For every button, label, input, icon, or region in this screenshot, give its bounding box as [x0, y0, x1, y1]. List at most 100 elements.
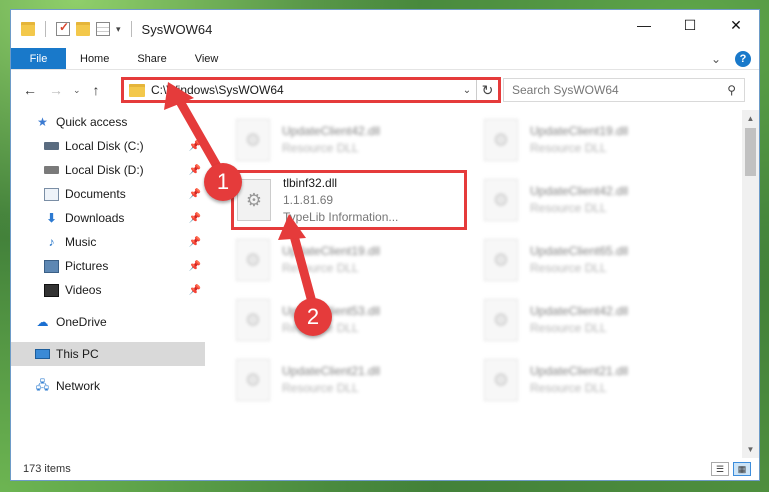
refresh-icon[interactable]: ↻	[476, 80, 498, 100]
quick-access-toolbar: ▾ SysWOW64	[21, 20, 213, 37]
gear-file-icon: ⚙	[236, 239, 270, 281]
pin-icon[interactable]: 📌	[189, 189, 201, 200]
address-path[interactable]: C:\Windows\SysWOW64	[151, 83, 458, 97]
file-type: Resource DLL	[530, 261, 607, 275]
search-icon[interactable]: ⚲	[727, 83, 736, 97]
file-name: UpdateClient42.dll	[530, 304, 629, 318]
sidebar-item-label: Quick access	[56, 115, 128, 129]
tab-home[interactable]: Home	[66, 48, 123, 69]
properties-icon[interactable]	[96, 22, 110, 36]
search-input[interactable]: Search SysWOW64 ⚲	[503, 78, 745, 102]
file-name: UpdateClient42.dll	[282, 124, 381, 138]
minimize-button[interactable]: —	[621, 10, 667, 40]
file-tile[interactable]: ⚙ UpdateClient53.dllResource DLL	[236, 290, 476, 350]
new-folder-icon[interactable]	[76, 22, 90, 36]
tab-share[interactable]: Share	[123, 48, 180, 69]
navigation-pane: ★ Quick access Local Disk (C:) 📌 Local D…	[11, 110, 205, 458]
sidebar-item-onedrive[interactable]: ☁ OneDrive	[11, 310, 205, 334]
title-bar: ▾ SysWOW64 — ☐ ✕	[11, 10, 759, 48]
main-area: ★ Quick access Local Disk (C:) 📌 Local D…	[11, 110, 759, 458]
navigation-bar: ← → ⌄ ↑ C:\Windows\SysWOW64 ⌄ ↻ Search S…	[11, 70, 759, 110]
file-name: UpdateClient65.dll	[530, 244, 629, 258]
sidebar-item-downloads[interactable]: ⬇ Downloads 📌	[11, 206, 205, 230]
properties-check-icon[interactable]	[56, 20, 70, 36]
window-title: SysWOW64	[141, 21, 213, 37]
file-type: Resource DLL	[530, 321, 607, 335]
file-tile[interactable]: ⚙ UpdateClient42.dll Resource DLL	[236, 110, 476, 170]
close-button[interactable]: ✕	[713, 10, 759, 40]
file-tile[interactable]: ⚙ UpdateClient21.dll Resource DLL	[484, 350, 724, 410]
gear-file-icon: ⚙	[484, 119, 518, 161]
customize-toolbar-dropdown[interactable]: ▾	[116, 24, 121, 35]
file-name: UpdateClient19.dll	[282, 244, 381, 258]
sidebar-item-this-pc[interactable]: This PC	[11, 342, 205, 366]
ribbon-right-controls: ⌄ ?	[711, 51, 751, 67]
recent-locations-dropdown[interactable]: ⌄	[73, 85, 81, 96]
step-2-badge: 2	[294, 298, 332, 336]
file-tile-tlbinf32[interactable]: ⚙ tlbinf32.dll 1.1.81.69 TypeLib Informati…	[231, 170, 467, 230]
file-type: Resource DLL	[282, 141, 359, 155]
sidebar-item-pictures[interactable]: Pictures 📌	[11, 254, 205, 278]
pin-icon[interactable]: 📌	[189, 237, 201, 248]
file-tile[interactable]: ⚙ UpdateClient65.dll Resource DLL	[484, 230, 724, 290]
cloud-icon: ☁	[36, 315, 49, 329]
pin-icon[interactable]: 📌	[189, 165, 201, 176]
gear-file-icon: ⚙	[484, 179, 518, 221]
tab-view[interactable]: View	[181, 48, 233, 69]
back-arrow-icon[interactable]: ←	[23, 82, 37, 98]
file-version: 1.1.81.69	[283, 192, 334, 207]
downloads-icon: ⬇	[46, 211, 57, 225]
step-1-badge: 1	[204, 163, 242, 201]
folder-icon	[129, 83, 145, 97]
network-icon: 🖧	[35, 377, 50, 392]
details-view-icon[interactable]: ☰	[711, 462, 729, 476]
sidebar-item-local-disk-d[interactable]: Local Disk (D:) 📌	[11, 158, 205, 182]
file-tile[interactable]: ⚙ UpdateClient19.dll Resource DLL	[236, 230, 476, 290]
file-name: UpdateClient19.dll	[530, 124, 629, 138]
help-icon[interactable]: ?	[735, 51, 751, 67]
vertical-scrollbar[interactable]: ▲ ▼	[742, 110, 759, 458]
ribbon-tabs: File Home Share View ⌄ ?	[11, 48, 759, 70]
chevron-down-icon[interactable]: ⌄	[711, 52, 721, 66]
pin-icon[interactable]: 📌	[189, 141, 201, 152]
tab-file[interactable]: File	[11, 48, 66, 69]
file-tile[interactable]: ⚙ UpdateClient42.dll Resource DLL	[484, 290, 724, 350]
file-tile[interactable]: ⚙ UpdateClient42.dll Resource DLL	[484, 170, 724, 230]
tiles-view-icon[interactable]: ▦	[733, 462, 751, 476]
pin-icon[interactable]: 📌	[189, 213, 201, 224]
sidebar-item-quick-access[interactable]: ★ Quick access	[11, 110, 205, 134]
sidebar-item-music[interactable]: ♪ Music 📌	[11, 230, 205, 254]
address-bar[interactable]: C:\Windows\SysWOW64 ⌄ ↻	[121, 77, 501, 103]
computer-icon	[35, 349, 50, 359]
scroll-down-icon[interactable]: ▼	[742, 441, 759, 458]
file-name: UpdateClient42.dll	[530, 184, 629, 198]
sidebar-item-documents[interactable]: Documents 📌	[11, 182, 205, 206]
sidebar-item-videos[interactable]: Videos 📌	[11, 278, 205, 302]
file-type: Resource DLL	[282, 381, 359, 395]
sidebar-item-local-disk-c[interactable]: Local Disk (C:) 📌	[11, 134, 205, 158]
videos-icon	[44, 283, 59, 297]
forward-arrow-icon[interactable]: →	[49, 82, 63, 98]
pin-icon[interactable]: 📌	[189, 285, 201, 296]
file-tile[interactable]: ⚙ UpdateClient21.dll Resource DLL	[236, 350, 476, 410]
gear-file-icon: ⚙	[236, 119, 270, 161]
folder-icon	[21, 22, 35, 36]
file-name: tlbinf32.dll	[283, 175, 338, 190]
music-icon: ♪	[48, 235, 55, 249]
sidebar-item-network[interactable]: 🖧 Network	[11, 374, 205, 398]
maximize-button[interactable]: ☐	[667, 10, 713, 40]
file-type: Resource DLL	[530, 201, 607, 215]
sidebar-item-label: Local Disk (C:)	[65, 139, 144, 153]
up-arrow-icon[interactable]: ↑	[93, 82, 100, 98]
scrollbar-thumb[interactable]	[745, 128, 756, 176]
file-tile[interactable]: ⚙ UpdateClient19.dll Resource DLL	[484, 110, 724, 170]
gear-file-icon: ⚙	[484, 239, 518, 281]
sidebar-item-label: OneDrive	[56, 315, 107, 329]
address-dropdown-icon[interactable]: ⌄	[458, 85, 476, 96]
view-toggle: ☰ ▦	[711, 462, 751, 476]
file-explorer-window: ▾ SysWOW64 — ☐ ✕ File Home Share View ⌄ …	[10, 9, 760, 481]
scroll-up-icon[interactable]: ▲	[742, 110, 759, 127]
pin-icon[interactable]: 📌	[189, 261, 201, 272]
sidebar-item-label: Local Disk (D:)	[65, 163, 144, 177]
